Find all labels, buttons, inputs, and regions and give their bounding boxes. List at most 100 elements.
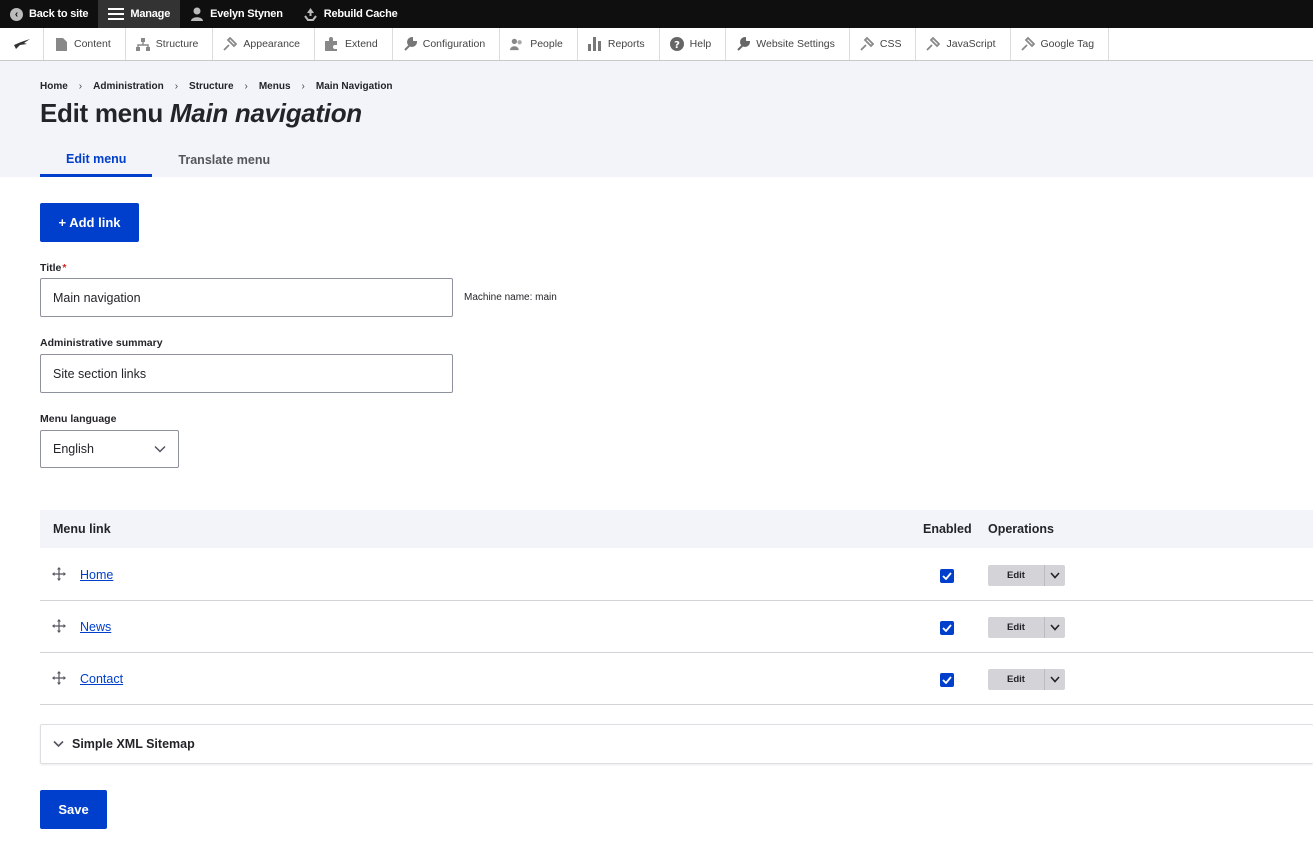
drupal-logo-icon[interactable]	[0, 28, 44, 60]
tray-extend[interactable]: Extend	[315, 28, 393, 60]
menu-link-news[interactable]: News	[80, 620, 111, 634]
rebuild-cache-label: Rebuild Cache	[323, 8, 398, 20]
tray-javascript[interactable]: JavaScript	[916, 28, 1011, 60]
save-button[interactable]: Save	[40, 790, 107, 829]
sitemap-details[interactable]: Simple XML Sitemap	[40, 724, 1313, 764]
local-tabs: Edit menu Translate menu	[40, 143, 296, 177]
table-row: Contact Edit	[40, 653, 1313, 705]
wrench-icon	[403, 37, 417, 51]
reports-icon	[587, 37, 602, 51]
operations-dropbutton: Edit	[988, 669, 1065, 690]
drag-handle-icon[interactable]	[52, 567, 66, 581]
page-title: Edit menu Main navigation	[40, 98, 362, 129]
user-tab[interactable]: Evelyn Stynen	[180, 0, 293, 28]
brush-icon	[1020, 37, 1035, 51]
edit-button[interactable]: Edit	[988, 617, 1044, 638]
column-enabled: Enabled	[923, 522, 972, 536]
summary-input[interactable]: Site section links	[40, 354, 453, 393]
admin-toolbar: ‹ Back to site Manage Evelyn Stynen Rebu…	[0, 0, 1313, 28]
language-select-value: English	[53, 442, 94, 456]
language-label: Menu language	[40, 413, 117, 425]
breadcrumb-menus[interactable]: Menus	[259, 81, 291, 92]
tray-reports-label: Reports	[607, 38, 645, 50]
help-icon: ?	[669, 37, 684, 51]
content-icon	[54, 37, 68, 51]
tray-css[interactable]: CSS	[850, 28, 917, 60]
enabled-checkbox[interactable]	[940, 621, 954, 635]
add-link-button[interactable]: + Add link	[40, 203, 139, 242]
summary-label: Administrative summary	[40, 337, 163, 349]
language-select[interactable]: English	[40, 430, 179, 468]
tray-website-settings-label: Website Settings	[756, 38, 835, 50]
chevron-down-icon[interactable]	[1044, 617, 1065, 638]
tray-website-settings[interactable]: Website Settings	[726, 28, 850, 60]
tray-reports[interactable]: Reports	[578, 28, 660, 60]
tray-css-label: CSS	[879, 38, 902, 50]
menu-link-contact[interactable]: Contact	[80, 672, 123, 686]
machine-name: Machine name: main	[464, 292, 557, 303]
drag-handle-icon[interactable]	[52, 671, 66, 685]
back-to-site-label: Back to site	[29, 8, 89, 20]
tray-structure-label: Structure	[155, 38, 199, 50]
breadcrumb-home[interactable]: Home	[40, 81, 68, 92]
table-row: News Edit	[40, 601, 1313, 653]
operations-dropbutton: Edit	[988, 565, 1065, 586]
menu-table-header: Menu link Enabled Operations	[40, 510, 1313, 548]
rebuild-cache-link[interactable]: Rebuild Cache	[293, 0, 408, 28]
recycle-icon	[303, 7, 318, 21]
tray-content[interactable]: Content	[44, 28, 126, 60]
admin-tray: Content Structure Appearance Extend Conf…	[0, 28, 1313, 61]
column-menu-link: Menu link	[53, 522, 111, 536]
tray-configuration-label: Configuration	[422, 38, 486, 50]
tray-help-label: Help	[689, 38, 712, 50]
page-title-prefix: Edit menu	[40, 98, 163, 128]
back-arrow-icon: ‹	[10, 7, 23, 21]
tray-configuration[interactable]: Configuration	[393, 28, 501, 60]
page-title-menu-name: Main navigation	[169, 98, 362, 128]
edit-button[interactable]: Edit	[988, 565, 1044, 586]
drag-handle-icon[interactable]	[52, 619, 66, 633]
table-row: Home Edit	[40, 549, 1313, 601]
edit-button[interactable]: Edit	[988, 669, 1044, 690]
tray-help[interactable]: ? Help	[660, 28, 727, 60]
enabled-checkbox[interactable]	[940, 569, 954, 583]
user-icon	[190, 7, 204, 21]
breadcrumb-separator: ›	[174, 81, 179, 92]
tray-people-label: People	[530, 38, 563, 50]
tray-appearance[interactable]: Appearance	[213, 28, 316, 60]
back-to-site-link[interactable]: ‹ Back to site	[0, 0, 98, 28]
tray-content-label: Content	[74, 38, 111, 50]
menu-link-home[interactable]: Home	[80, 568, 113, 582]
chevron-down-icon	[53, 740, 64, 748]
tray-structure[interactable]: Structure	[126, 28, 214, 60]
tray-people[interactable]: People	[500, 28, 578, 60]
chevron-down-icon	[154, 442, 166, 456]
sitemap-details-label: Simple XML Sitemap	[72, 737, 195, 751]
appearance-icon	[223, 37, 238, 51]
brush-icon	[860, 37, 874, 51]
chevron-down-icon[interactable]	[1044, 565, 1065, 586]
chevron-down-icon[interactable]	[1044, 669, 1065, 690]
tray-extend-label: Extend	[345, 38, 378, 50]
manage-tab[interactable]: Manage	[98, 0, 181, 28]
tray-javascript-label: JavaScript	[946, 38, 996, 50]
breadcrumb: Home › Administration › Structure › Menu…	[40, 81, 393, 92]
enabled-checkbox[interactable]	[940, 673, 954, 687]
page-header: Home › Administration › Structure › Menu…	[0, 61, 1313, 177]
breadcrumb-administration[interactable]: Administration	[93, 81, 164, 92]
tab-translate-menu[interactable]: Translate menu	[152, 143, 296, 177]
structure-icon	[135, 37, 150, 51]
breadcrumb-structure[interactable]: Structure	[189, 81, 233, 92]
user-name: Evelyn Stynen	[210, 8, 283, 20]
tab-edit-menu[interactable]: Edit menu	[40, 143, 153, 177]
operations-dropbutton: Edit	[988, 617, 1065, 638]
hamburger-icon	[108, 8, 125, 20]
title-input[interactable]: Main navigation	[40, 278, 453, 317]
brush-icon	[926, 37, 941, 51]
breadcrumb-main-navigation[interactable]: Main Navigation	[316, 81, 393, 92]
tray-appearance-label: Appearance	[243, 38, 301, 50]
title-label-text: Title	[40, 262, 62, 274]
title-label: Title*	[40, 262, 67, 274]
tray-google-tag[interactable]: Google Tag	[1011, 28, 1110, 60]
people-icon	[510, 37, 524, 51]
